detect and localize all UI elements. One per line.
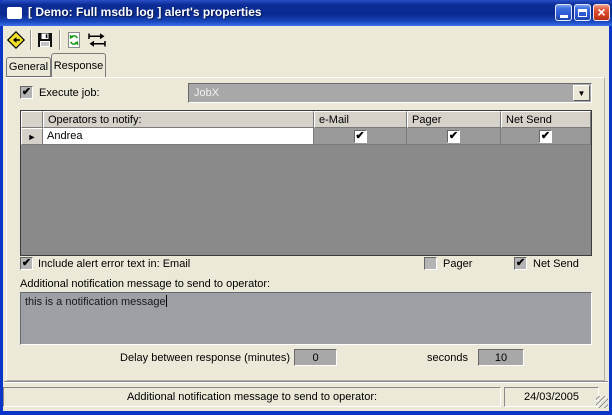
notification-message-textarea[interactable]: this is a notification message: [20, 292, 592, 345]
client-area: General Response ✔ Execute job: JobX ▼ O…: [3, 26, 609, 411]
maximize-icon: [578, 8, 587, 17]
window-title: [ Demo: Full msdb log ] alert's properti…: [28, 5, 262, 19]
toolbar-separator: [30, 30, 32, 50]
window-icon: [7, 7, 22, 19]
operator-name-cell[interactable]: Andrea: [43, 128, 314, 145]
netsend-checkbox[interactable]: ✔: [539, 129, 552, 143]
delay-minutes-input[interactable]: 0: [294, 349, 337, 366]
save-icon[interactable]: [34, 30, 56, 50]
email-checkbox[interactable]: ✔: [353, 129, 367, 143]
statusbar-divider: [4, 381, 608, 383]
check-icon: ✔: [355, 129, 365, 142]
titlebar[interactable]: [ Demo: Full msdb log ] alert's properti…: [0, 0, 612, 26]
grid-header-row: Operators to notify: e-Mail Pager Net Se…: [21, 111, 591, 128]
status-date: 24/03/2005: [523, 391, 580, 403]
delay-seconds-input[interactable]: 10: [478, 349, 524, 366]
col-header-selector: [21, 111, 43, 128]
chevron-down-icon: ▼: [577, 88, 586, 98]
refresh-script-icon[interactable]: [63, 30, 85, 50]
swap-arrows-glyph: [88, 33, 106, 47]
execute-job-label: Execute job:: [39, 87, 100, 99]
notification-message-label: Additional notification message to send …: [20, 278, 271, 290]
col-header-netsend: Net Send: [501, 111, 591, 128]
alert-properties-window: [ Demo: Full msdb log ] alert's properti…: [0, 0, 612, 415]
tab-general[interactable]: General: [6, 57, 51, 77]
minimize-icon: [559, 15, 568, 18]
include-error-email-checkbox[interactable]: ✔: [20, 257, 33, 270]
tab-general-label: General: [8, 61, 49, 73]
status-message-panel: Additional notification message to send …: [3, 387, 501, 407]
maximize-button[interactable]: [574, 4, 591, 21]
netsend-cell: ✔: [501, 128, 591, 145]
close-icon: ×: [597, 4, 606, 20]
tab-response-label: Response: [53, 59, 104, 72]
table-row[interactable]: ► Andrea ✔ ✔ ✔: [21, 128, 591, 145]
include-error-pager-label: Pager: [443, 258, 473, 270]
status-bar: Additional notification message to send …: [3, 384, 609, 411]
toolbar: [3, 26, 609, 53]
toolbar-separator: [59, 30, 61, 50]
include-error-netsend-label: Net Send: [533, 258, 579, 270]
job-dropdown[interactable]: JobX ▼: [188, 83, 592, 103]
include-error-pager-checkbox[interactable]: [424, 257, 437, 270]
col-header-email: e-Mail: [314, 111, 407, 128]
resize-grip[interactable]: [596, 396, 608, 408]
delay-seconds-label: seconds: [427, 352, 468, 364]
refresh-glyph: [68, 31, 80, 48]
job-dropdown-value: JobX: [194, 87, 220, 99]
row-selector-cell[interactable]: ►: [21, 128, 43, 145]
check-icon: ✔: [21, 86, 32, 98]
email-cell: ✔: [314, 128, 407, 145]
alert-diamond-glyph: [6, 30, 26, 50]
swap-arrows-icon[interactable]: [85, 30, 109, 50]
pager-checkbox[interactable]: ✔: [447, 129, 460, 143]
status-message: Additional notification message to send …: [126, 391, 378, 403]
check-icon: ✔: [21, 257, 32, 269]
job-dropdown-button[interactable]: ▼: [573, 85, 590, 101]
minimize-button[interactable]: [555, 4, 572, 21]
col-header-operators: Operators to notify:: [43, 111, 314, 128]
include-error-email-label: Include alert error text in: Email: [38, 258, 191, 270]
col-header-pager: Pager: [407, 111, 501, 128]
alert-diamond-icon[interactable]: [5, 30, 27, 50]
operators-grid: Operators to notify: e-Mail Pager Net Se…: [20, 110, 592, 256]
delay-minutes-label: Delay between response (minutes): [120, 352, 290, 364]
status-date-panel: 24/03/2005: [504, 387, 599, 407]
execute-job-checkbox[interactable]: ✔: [20, 86, 33, 99]
row-arrow-icon: ►: [27, 131, 37, 142]
check-icon: ✔: [448, 129, 459, 142]
check-icon: ✔: [515, 257, 526, 269]
notification-message-text: this is a notification message: [25, 296, 166, 308]
save-glyph: [38, 33, 52, 47]
tab-response[interactable]: Response: [51, 53, 106, 77]
check-icon: ✔: [540, 129, 551, 142]
grid-empty-area: [21, 145, 591, 255]
close-button[interactable]: ×: [593, 4, 610, 21]
include-error-netsend-checkbox[interactable]: ✔: [514, 257, 527, 270]
text-caret: [165, 295, 167, 307]
pager-cell: ✔: [407, 128, 501, 145]
